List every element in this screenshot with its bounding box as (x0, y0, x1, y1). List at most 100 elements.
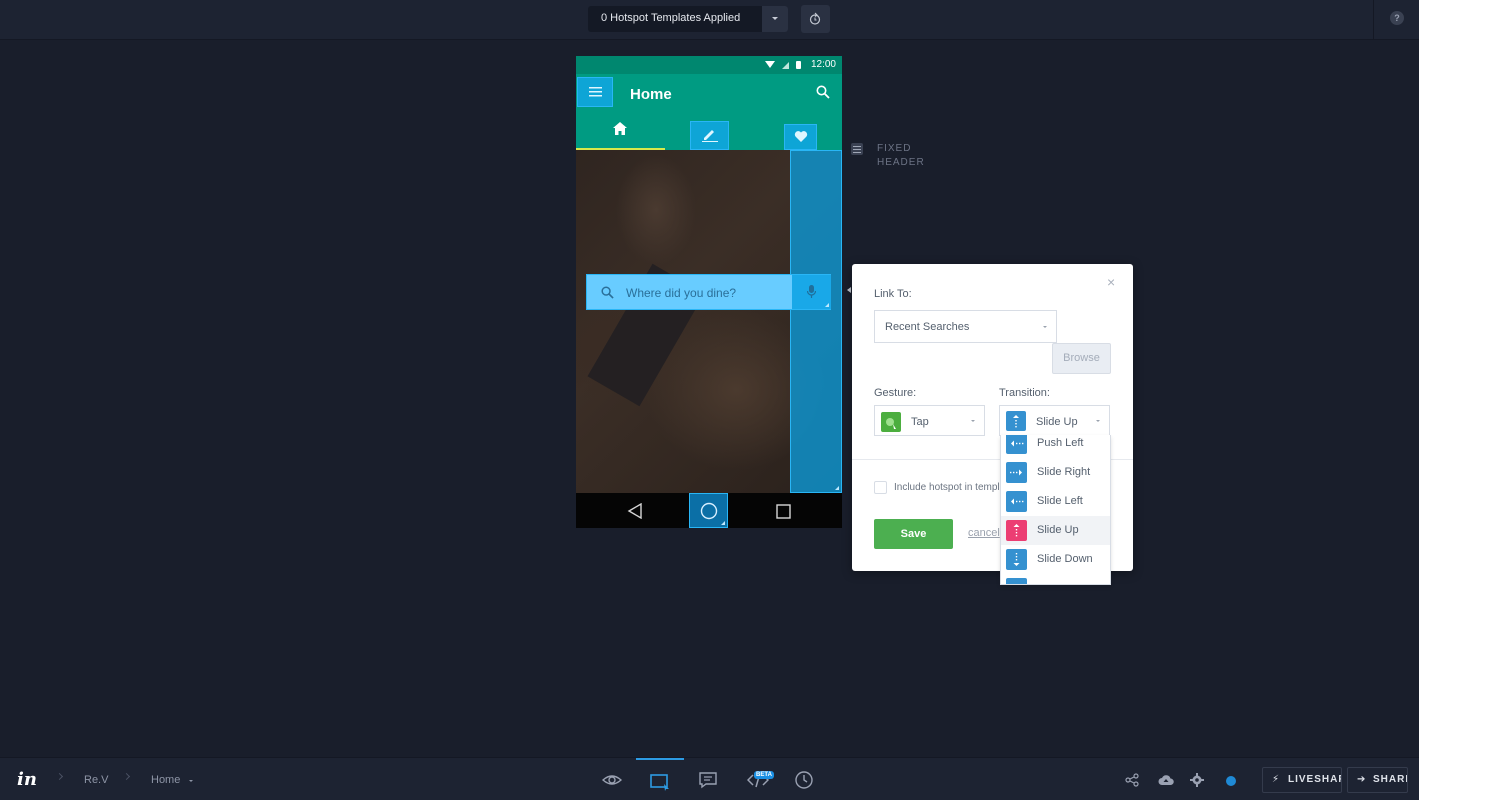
include-in-template-label: Include hotspot in template (894, 482, 1000, 493)
presence-indicator (1226, 776, 1236, 786)
pencil-icon (702, 130, 718, 142)
invision-logo[interactable]: in (17, 769, 37, 790)
chevron-right-icon (122, 772, 131, 781)
dialog-pointer (847, 287, 851, 293)
chevron-down-icon (772, 17, 778, 20)
arrow-up-icon (1006, 411, 1026, 431)
liveshare-button[interactable]: ⚡ LIVESHARE (1262, 767, 1342, 793)
topbar-divider (1373, 0, 1374, 40)
microphone-icon (807, 285, 816, 298)
recent-apps-square-icon[interactable] (776, 504, 791, 519)
history-mode-button[interactable] (780, 758, 828, 800)
share-nodes-icon (1125, 773, 1139, 787)
arrow-up-icon (1006, 520, 1027, 541)
cloud-sync-button[interactable] (1154, 758, 1178, 800)
status-icons (765, 61, 801, 69)
fixed-header-toggle[interactable] (851, 143, 863, 155)
sync-button[interactable] (801, 5, 830, 33)
clock-icon (795, 771, 813, 789)
list-icon (853, 146, 861, 153)
status-time: 12:00 (810, 59, 836, 70)
hamburger-menu-icon (589, 87, 602, 97)
inspect-mode-button[interactable] (733, 758, 781, 800)
transition-option-more[interactable] (1001, 574, 1110, 584)
tap-gesture-icon (881, 412, 901, 432)
search-icon (601, 286, 614, 299)
heart-icon (794, 131, 808, 142)
transition-option-label: Slide Down (1037, 553, 1093, 565)
hotspot-build-icon (650, 774, 669, 791)
breadcrumb-project[interactable]: Re.V (84, 774, 108, 786)
back-triangle-icon[interactable] (627, 503, 643, 519)
share-network-button[interactable] (1121, 758, 1145, 800)
resize-handle[interactable] (721, 521, 725, 525)
gesture-label: Gesture: (874, 387, 917, 399)
arrow-left-icon (1006, 435, 1027, 454)
eye-icon (602, 775, 622, 785)
chevron-right-icon (55, 772, 64, 781)
transition-option-slide-down[interactable]: Slide Down (1001, 545, 1110, 574)
cloud-upload-icon (1158, 775, 1174, 785)
tab-home[interactable] (576, 111, 665, 150)
preview-mode-button[interactable] (588, 758, 636, 800)
gear-icon (1190, 773, 1204, 787)
chevron-down-icon[interactable] (189, 780, 193, 782)
transition-option-label: Slide Right (1037, 466, 1091, 478)
gesture-select[interactable]: Tap (874, 405, 985, 436)
include-in-template-checkbox[interactable] (874, 481, 887, 494)
chevron-down-icon (1043, 326, 1047, 328)
close-icon[interactable]: × (1107, 274, 1115, 290)
transition-dropdown-menu: Push Left Slide Right Slide Left Slide U… (1000, 435, 1111, 585)
chevron-down-icon (1096, 420, 1100, 422)
transition-value: Slide Up (1036, 416, 1078, 428)
arrow-left-icon (1006, 491, 1027, 512)
transition-select[interactable]: Slide Up (999, 405, 1110, 436)
transition-option-push-left[interactable]: Push Left (1001, 435, 1110, 458)
beta-badge: BETA (754, 771, 774, 779)
transition-option-slide-right[interactable]: Slide Right (1001, 458, 1110, 487)
mic-hotspot[interactable] (792, 275, 831, 309)
side-panel-hotspot[interactable] (790, 150, 842, 493)
app-header: Home (576, 74, 842, 150)
menu-hotspot[interactable] (577, 77, 613, 107)
search-bar-hotspot[interactable]: Where did you dine? (586, 274, 831, 310)
share-arrow-icon: ➔ (1357, 774, 1367, 785)
comment-mode-button[interactable] (684, 758, 732, 800)
resize-handle[interactable] (825, 303, 829, 307)
android-nav-bar (576, 493, 842, 528)
chevron-down-icon (971, 420, 975, 422)
home-icon (613, 122, 627, 135)
transition-option-label: Slide Up (1037, 524, 1079, 536)
build-mode-button[interactable] (636, 758, 684, 800)
nav-home-hotspot[interactable] (689, 493, 728, 528)
browse-button[interactable]: Browse (1052, 343, 1111, 374)
hotspot-templates-dropdown[interactable]: 0 Hotspot Templates Applied (588, 6, 788, 32)
transition-option-label: Push Left (1037, 437, 1084, 449)
help-button[interactable]: ? (1390, 11, 1404, 25)
edit-tab-hotspot[interactable] (690, 121, 729, 150)
transition-icon (1006, 578, 1027, 584)
transition-option-slide-left[interactable]: Slide Left (1001, 487, 1110, 516)
android-status-bar: 12:00 (576, 56, 842, 74)
liveshare-label: LIVESHARE (1288, 774, 1341, 785)
arrow-right-icon (1006, 462, 1027, 483)
transition-option-slide-up[interactable]: Slide Up (1001, 516, 1110, 545)
lightning-icon: ⚡ (1272, 774, 1281, 785)
templates-dropdown-toggle[interactable] (762, 6, 788, 32)
link-to-select[interactable]: Recent Searches (874, 310, 1057, 343)
resize-handle[interactable] (835, 486, 839, 490)
save-button[interactable]: Save (874, 519, 953, 549)
favorites-tab-hotspot[interactable] (784, 124, 817, 150)
cancel-link[interactable]: cancel (968, 527, 1000, 539)
phone-screen-preview: 12:00 Home Where did you dine? (576, 56, 842, 528)
transition-option-label: Slide Left (1037, 495, 1083, 507)
share-button[interactable]: ➔ SHARE (1347, 767, 1408, 793)
share-label: SHARE (1373, 774, 1407, 785)
search-icon[interactable] (816, 85, 830, 99)
settings-button[interactable] (1186, 758, 1210, 800)
breadcrumb-screen[interactable]: Home (151, 774, 180, 786)
fixed-header-label: FIXED HEADER (877, 143, 925, 168)
search-placeholder: Where did you dine? (626, 286, 737, 300)
app-title: Home (630, 86, 672, 103)
top-toolbar: 0 Hotspot Templates Applied ? (0, 0, 1419, 40)
